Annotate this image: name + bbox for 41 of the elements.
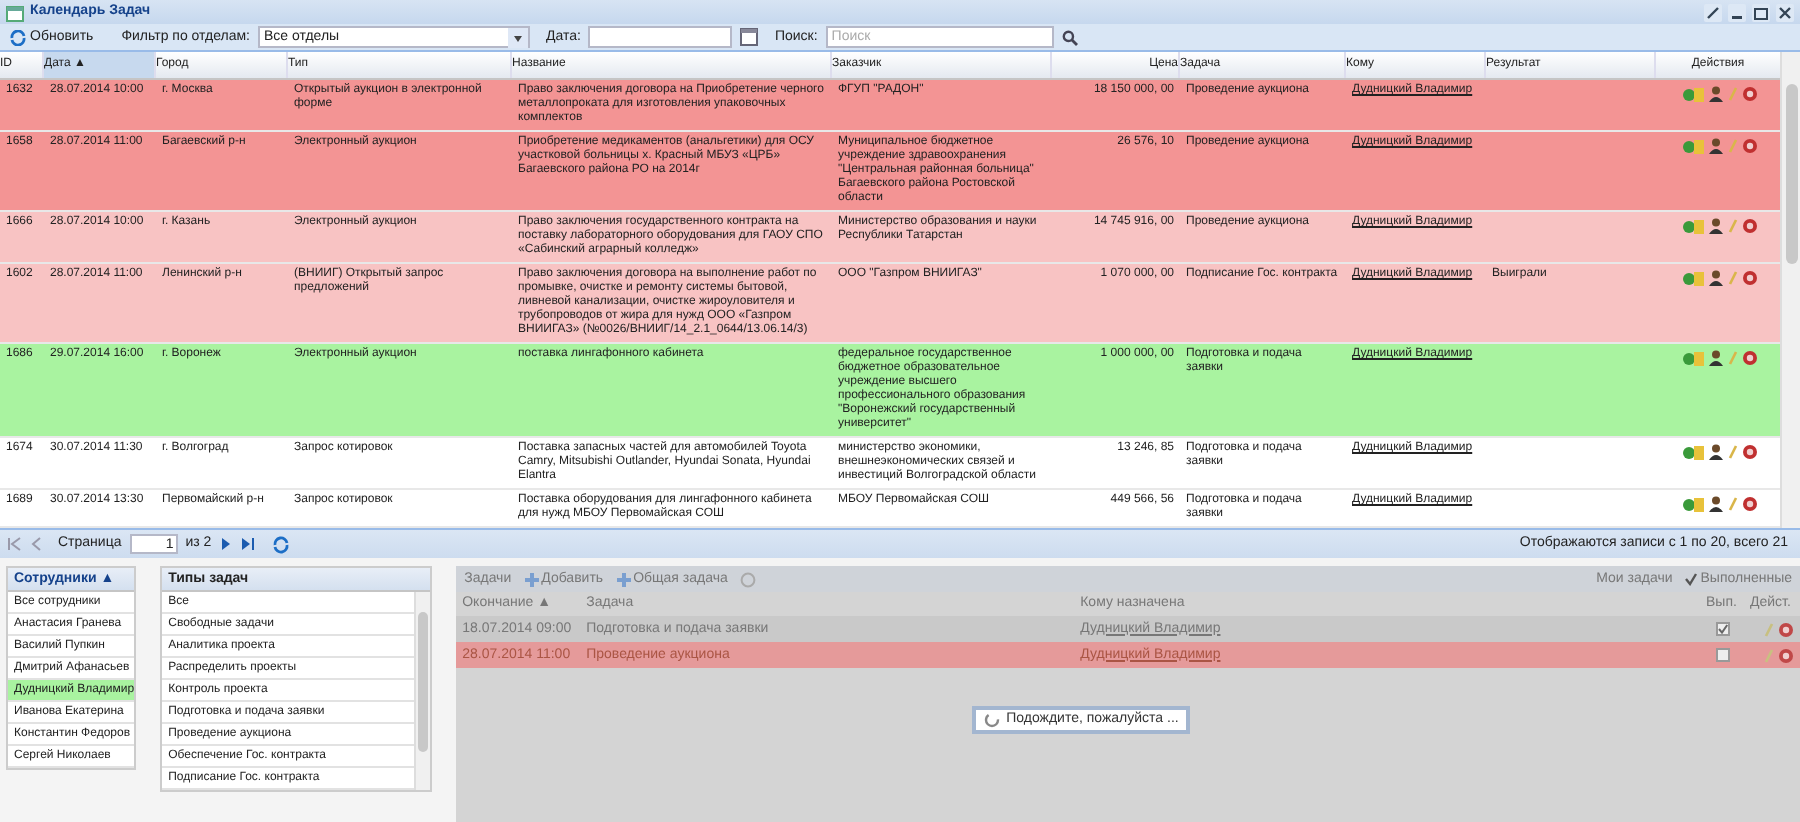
person-icon[interactable] [1707,270,1723,286]
last-page-icon[interactable] [239,536,256,552]
plus-icon [523,571,540,587]
table-row[interactable] [0,212,1780,264]
plus-icon [615,571,632,587]
scrollbar-thumb[interactable] [1785,84,1797,264]
delete-icon[interactable] [1741,218,1757,234]
delete-icon[interactable] [1741,270,1757,286]
table-row[interactable] [0,132,1780,212]
refresh-icon [10,29,26,45]
spinner-icon [984,712,1001,728]
close-icon[interactable] [1776,3,1794,21]
table-row[interactable] [0,490,1780,528]
previous-page-icon[interactable] [30,536,42,552]
person-icon[interactable] [1707,138,1723,154]
delete-icon[interactable] [1741,444,1757,460]
table-row[interactable] [0,80,1780,132]
delete-icon[interactable] [1741,350,1757,366]
table-row[interactable] [0,438,1780,490]
checkbox[interactable] [1715,648,1729,662]
date-field[interactable] [588,26,733,48]
person-icon[interactable] [1707,218,1723,234]
first-page-icon[interactable] [6,536,22,552]
checkbox[interactable] [1715,622,1729,636]
person-icon[interactable] [1707,496,1723,512]
calendar-icon [6,3,24,21]
minimize-icon[interactable] [1728,3,1746,21]
next-page-icon[interactable] [219,536,232,552]
delete-icon[interactable] [1741,138,1757,154]
maximize-icon[interactable] [1752,3,1770,21]
refresh-icon[interactable] [271,535,290,553]
table-row[interactable] [0,264,1780,344]
delete-icon[interactable] [1741,86,1757,102]
delete-icon[interactable] [1741,496,1757,512]
search-icon[interactable] [1061,29,1078,45]
scrollbar-thumb[interactable] [418,612,429,752]
person-icon[interactable] [1707,444,1723,460]
person-icon[interactable] [1707,350,1723,366]
table-row[interactable] [0,344,1780,438]
person-icon[interactable] [1707,86,1723,102]
calendar-icon[interactable] [740,28,759,46]
